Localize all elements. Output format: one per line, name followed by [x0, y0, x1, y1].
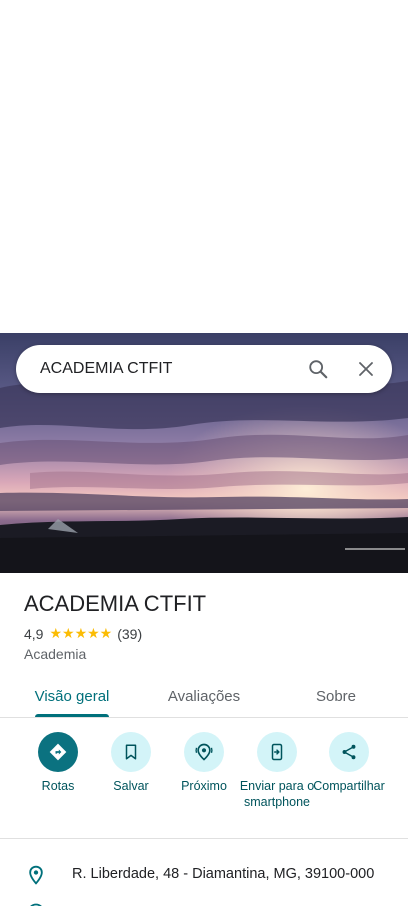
action-buttons: Rotas Salvar Próximo Enviar para o smart…: [0, 730, 408, 838]
nearby-label: Próximo: [181, 779, 227, 793]
nearby-button[interactable]: Próximo: [167, 730, 241, 794]
share-button[interactable]: Compartilhar: [312, 730, 386, 794]
directions-icon: [38, 732, 78, 772]
star-rating-icon: ★★★★★: [49, 625, 113, 641]
clock-icon: [26, 902, 46, 906]
place-category[interactable]: Academia: [24, 646, 86, 662]
review-count[interactable]: (39): [117, 626, 142, 642]
search-input[interactable]: ACADEMIA CTFIT: [16, 360, 298, 378]
place-details-page: ACADEMIA CTFIT ACADEMIA CTFIT 4,9 ★★★★★ …: [0, 0, 408, 906]
send-to-phone-label: Enviar para o smartphone: [239, 779, 315, 809]
rating-row[interactable]: 4,9 ★★★★★ (39): [24, 625, 142, 642]
map-area-blank: [0, 0, 408, 333]
search-bar[interactable]: ACADEMIA CTFIT: [16, 345, 392, 393]
tab-overview[interactable]: Visão geral: [24, 674, 120, 718]
save-button[interactable]: Salvar: [94, 730, 168, 794]
place-title: ACADEMIA CTFIT: [24, 591, 207, 616]
tab-reviews[interactable]: Avaliações: [156, 674, 252, 718]
share-icon: [329, 732, 369, 772]
directions-label: Rotas: [41, 779, 75, 793]
address-row[interactable]: R. Liberdade, 48 - Diamantina, MG, 39100…: [0, 858, 408, 892]
send-to-phone-icon: [257, 732, 297, 772]
save-label: Salvar: [113, 779, 149, 793]
location-pin-icon: [26, 864, 46, 891]
active-tab-indicator: [35, 714, 109, 717]
rating-value: 4,9: [24, 625, 44, 642]
directions-button[interactable]: Rotas: [21, 730, 95, 794]
send-to-phone-button[interactable]: Enviar para o smartphone: [240, 730, 314, 810]
address-text: R. Liberdade, 48 - Diamantina, MG, 39100…: [72, 866, 375, 882]
search-icon[interactable]: [298, 349, 338, 389]
section-divider: [0, 838, 408, 839]
bookmark-icon: [111, 732, 151, 772]
nearby-icon: [184, 732, 224, 772]
tab-bar: Visão geral Avaliações Sobre: [0, 674, 408, 718]
close-icon[interactable]: [346, 349, 386, 389]
share-label: Compartilhar: [313, 779, 385, 793]
tab-about[interactable]: Sobre: [288, 674, 384, 718]
